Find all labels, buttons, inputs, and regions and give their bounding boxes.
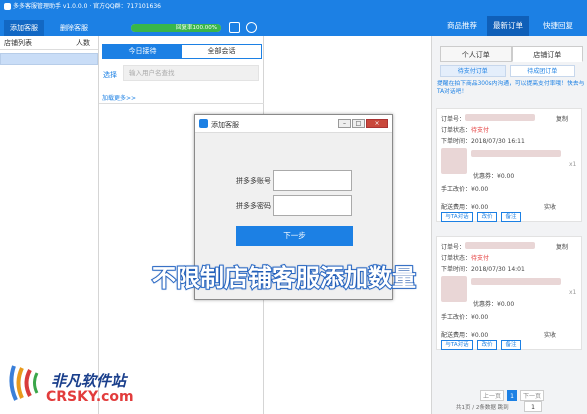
watermark-logo-icon	[9, 365, 39, 401]
promo-caption: 不限制店铺客服添加数量	[151, 263, 417, 293]
product-name-blurred	[471, 278, 561, 285]
price-change-label: 手工改价：	[441, 186, 472, 193]
tab-pending-group[interactable]: 待成团订单	[509, 65, 575, 77]
shop-list-header: 店铺列表 人数	[0, 36, 98, 50]
order-no-label: 订单号：	[441, 116, 466, 123]
order-card: 订单号： 复制 订单状态：待支付 下单时间：2018/07/30 16:11 x…	[436, 108, 582, 222]
change-price-button[interactable]: 改价	[477, 212, 497, 222]
status-label: 订单状态：	[441, 127, 472, 134]
discount-value: ¥0.00	[497, 301, 515, 308]
chat-with-buyer-button[interactable]: 与TA对话	[441, 212, 473, 222]
tab-quick-reply[interactable]: 快捷回复	[533, 16, 583, 36]
product-thumbnail	[441, 148, 467, 174]
time-label: 下单时间：	[441, 266, 472, 273]
divider	[99, 103, 264, 104]
reply-rate-label: 回复率100.00%	[176, 25, 217, 31]
app-logo-icon	[4, 3, 11, 10]
remark-button[interactable]: 备注	[501, 212, 521, 222]
close-icon[interactable]: ×	[366, 119, 388, 128]
settings-gear-icon[interactable]	[246, 22, 257, 33]
qty-value: x1	[569, 161, 577, 168]
dialog-app-icon	[199, 119, 208, 128]
actual-received-label: 实收	[544, 204, 557, 211]
delete-service-button[interactable]: 删除客服	[54, 20, 94, 36]
site-watermark: 非凡软件站 CRSKY.com	[6, 358, 166, 410]
next-page-button[interactable]: 下一页	[520, 390, 544, 401]
account-label: 拼多多账号	[236, 177, 271, 185]
password-label: 拼多多密码	[236, 202, 271, 210]
orders-panel: 个人订单 店铺订单 待支付订单 待成团订单 提醒在拍下商品300s内沟通，可以提…	[431, 36, 587, 414]
tab-personal-orders[interactable]: 个人订单	[440, 46, 512, 62]
price-change-value: ¥0.00	[471, 314, 489, 321]
tab-all-sessions[interactable]: 全部会话	[182, 45, 261, 58]
people-count-column: 人数	[76, 39, 90, 47]
chat-tabs: 今日接待 全部会话	[102, 44, 262, 59]
next-step-button[interactable]: 下一步	[236, 226, 353, 246]
watermark-domain: CRSKY.com	[46, 389, 134, 405]
tab-pending-payment[interactable]: 待支付订单	[440, 65, 506, 77]
discount-label: 优惠券：	[473, 301, 498, 308]
price-change-value: ¥0.00	[471, 186, 489, 193]
product-name-blurred	[471, 150, 561, 157]
password-input[interactable]	[273, 195, 352, 216]
shipping-value: ¥0.00	[471, 332, 489, 339]
order-card: 订单号： 复制 订单状态：待支付 下单时间：2018/07/30 14:01 x…	[436, 236, 582, 350]
time-label: 下单时间：	[441, 138, 472, 145]
actual-received-label: 实收	[544, 332, 557, 339]
remark-button[interactable]: 备注	[501, 340, 521, 350]
pagination: 上一页 1 下一页 共1页 / 2条数据 跳到 1	[432, 386, 587, 414]
shop-list-item[interactable]	[0, 53, 98, 65]
watermark-domain-right: .com	[95, 389, 134, 405]
shipping-value: ¥0.00	[471, 204, 489, 211]
status-value: 待支付	[471, 255, 490, 262]
maximize-icon[interactable]: □	[352, 119, 365, 128]
user-search-input[interactable]: 输入用户名查找	[123, 65, 259, 81]
order-subtabs: 待支付订单 待成团订单	[440, 65, 575, 77]
order-no-blurred	[465, 242, 535, 249]
app-title-text: 多多客服管理助手 v1.0.0.0 · 官方QQ群：717101636	[13, 3, 161, 10]
discount-label: 优惠券：	[473, 173, 498, 180]
watermark-domain-left: CRSKY	[46, 389, 96, 405]
tab-latest-orders[interactable]: 最新订单	[487, 16, 529, 36]
account-input[interactable]	[273, 170, 352, 191]
order-tip: 提醒在拍下商品300s内沟通，可以提高支付率哦！快去与TA对话吧！	[437, 81, 585, 95]
order-tabs: 个人订单 店铺订单	[440, 46, 583, 62]
status-label: 订单状态：	[441, 255, 472, 262]
discount-value: ¥0.00	[497, 173, 515, 180]
minimize-icon[interactable]: –	[338, 119, 351, 128]
copy-link[interactable]: 复制	[556, 242, 568, 251]
load-more-link[interactable]: 加载更多>>	[102, 93, 136, 102]
tab-shop-orders[interactable]: 店铺订单	[511, 46, 583, 62]
status-value: 待支付	[471, 127, 490, 134]
order-no-label: 订单号：	[441, 244, 466, 251]
time-value: 2018/07/30 14:01	[471, 266, 525, 273]
jump-page-input[interactable]: 1	[524, 401, 542, 412]
shipping-label: 配送费用：	[441, 204, 472, 211]
watermark-text: 非凡软件站	[51, 372, 127, 390]
app-title: 多多客服管理助手 v1.0.0.0 · 官方QQ群：717101636	[4, 3, 161, 11]
reply-rate-progress: 回复率100.00%	[131, 24, 221, 32]
page-1-button[interactable]: 1	[507, 390, 517, 401]
tab-product-recommend[interactable]: 商品推荐	[441, 16, 483, 36]
qty-value: x1	[569, 289, 577, 296]
copy-link[interactable]: 复制	[556, 114, 568, 123]
time-value: 2018/07/30 16:11	[471, 138, 525, 145]
message-icon[interactable]	[229, 22, 240, 33]
product-thumbnail	[441, 276, 467, 302]
top-bar: 多多客服管理助手 v1.0.0.0 · 官方QQ群：717101636 添加客服…	[0, 0, 587, 36]
dialog-title: 添加客服	[211, 121, 239, 129]
tab-today-reception[interactable]: 今日接待	[103, 45, 182, 58]
shipping-label: 配送费用：	[441, 332, 472, 339]
prev-page-button[interactable]: 上一页	[480, 390, 504, 401]
add-service-button[interactable]: 添加客服	[4, 20, 44, 36]
pager-summary: 共1页 / 2条数据 跳到	[456, 405, 509, 411]
chat-with-buyer-button[interactable]: 与TA对话	[441, 340, 473, 350]
shop-list-column: 店铺列表	[4, 39, 32, 47]
select-label[interactable]: 选择	[103, 70, 117, 80]
price-change-label: 手工改价：	[441, 314, 472, 321]
dialog-titlebar: 添加客服 – □ ×	[195, 115, 392, 133]
change-price-button[interactable]: 改价	[477, 340, 497, 350]
order-no-blurred	[465, 114, 535, 121]
